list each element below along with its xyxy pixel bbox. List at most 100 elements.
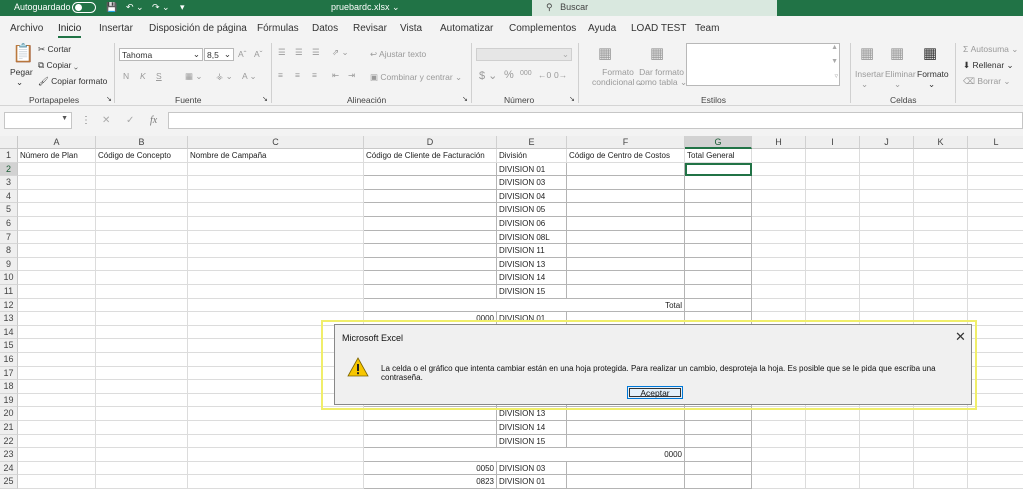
cell-a24[interactable]: [18, 461, 96, 476]
tab-insertar[interactable]: Insertar: [99, 23, 133, 34]
cell-l24[interactable]: [968, 462, 1023, 476]
alignment-launcher-icon[interactable]: ↘: [462, 95, 468, 103]
cell-a18[interactable]: [18, 380, 96, 394]
decrease-decimal-icon[interactable]: 0→: [554, 70, 567, 80]
format-table-button[interactable]: Dar formato como tabla ⌄: [636, 67, 687, 87]
cell-b12[interactable]: [96, 298, 188, 313]
row-header-4[interactable]: 4: [0, 189, 18, 204]
cell-g24[interactable]: [685, 461, 752, 476]
cell-l11[interactable]: [968, 285, 1023, 299]
insert-cells-icon[interactable]: ▦: [860, 44, 874, 62]
cell-f21[interactable]: [567, 421, 685, 435]
cell-h23[interactable]: [752, 448, 806, 462]
cell-a13[interactable]: [18, 312, 96, 326]
cell-g7[interactable]: [685, 230, 752, 245]
cell-c11[interactable]: [188, 285, 364, 299]
cell-h7[interactable]: [752, 230, 806, 245]
cell-e11[interactable]: DIVISION 15: [497, 285, 567, 299]
cell-e8[interactable]: DIVISION 11: [497, 244, 567, 258]
cell-g9[interactable]: [685, 257, 752, 272]
cell-l25[interactable]: [968, 475, 1023, 489]
cell-a6[interactable]: [18, 217, 96, 231]
cell-d10[interactable]: [364, 271, 497, 285]
row-header-8[interactable]: 8: [0, 244, 18, 258]
cell-k23[interactable]: [914, 448, 968, 462]
cell-i10[interactable]: [806, 271, 860, 285]
percent-button[interactable]: %: [504, 69, 514, 81]
row-header-7[interactable]: 7: [0, 230, 18, 245]
cell-h5[interactable]: [752, 203, 806, 217]
row-header-21[interactable]: 21: [0, 421, 18, 435]
cell-i21[interactable]: [806, 421, 860, 435]
column-header-a[interactable]: A: [18, 136, 96, 149]
autosum-button[interactable]: Σ Autosuma ⌄: [963, 44, 1018, 55]
cell-a22[interactable]: [18, 434, 96, 449]
cell-h3[interactable]: [752, 176, 806, 190]
cell-j5[interactable]: [860, 203, 914, 217]
cell-i2[interactable]: [806, 162, 860, 177]
tab-automatizar[interactable]: Automatizar: [440, 23, 493, 34]
row-header-12[interactable]: 12: [0, 298, 18, 313]
cell-b8[interactable]: [96, 244, 188, 258]
cell-a19[interactable]: [18, 393, 96, 408]
cell-a16[interactable]: [18, 353, 96, 367]
underline-button[interactable]: S: [156, 71, 162, 81]
cell-l3[interactable]: [968, 176, 1023, 190]
column-header-g[interactable]: G: [685, 136, 752, 149]
cell-i11[interactable]: [806, 285, 860, 299]
row-header-15[interactable]: 15: [0, 339, 18, 353]
cell-styles-gallery[interactable]: ▲ ▼ ▿: [686, 43, 840, 86]
row-header-11[interactable]: 11: [0, 285, 18, 299]
header-cell[interactable]: Código de Cliente de Facturación: [364, 149, 497, 163]
cell-a23[interactable]: [18, 448, 96, 462]
tab-revisar[interactable]: Revisar: [353, 23, 387, 34]
autosave-toggle[interactable]: [72, 2, 96, 13]
cell-b11[interactable]: [96, 285, 188, 299]
cell-d6[interactable]: [364, 217, 497, 231]
fill-color-icon[interactable]: ⚶ ⌄: [216, 71, 233, 82]
column-header-f[interactable]: F: [567, 136, 685, 149]
cell-i3[interactable]: [806, 176, 860, 190]
align-right-icon[interactable]: ≡: [312, 70, 317, 80]
cell-b25[interactable]: [96, 475, 188, 489]
cell-e4[interactable]: DIVISION 04: [497, 189, 567, 204]
cell-i7[interactable]: [806, 230, 860, 245]
header-cell[interactable]: Total General: [685, 149, 752, 163]
insert-cells-button[interactable]: Insertar: [855, 69, 884, 79]
cell-h6[interactable]: [752, 217, 806, 231]
tab-ayuda[interactable]: Ayuda: [588, 23, 616, 34]
cell-f9[interactable]: [567, 257, 685, 272]
cell-j22[interactable]: [860, 434, 914, 449]
cell-d21[interactable]: [364, 421, 497, 435]
cell-j3[interactable]: [860, 176, 914, 190]
cell-d5[interactable]: [364, 203, 497, 217]
column-header-l[interactable]: L: [968, 136, 1023, 149]
row-header-6[interactable]: 6: [0, 217, 18, 231]
paste-dropdown-icon[interactable]: ⌄: [16, 77, 23, 88]
header-cell[interactable]: Código de Concepto: [96, 149, 188, 163]
column-header-c[interactable]: C: [188, 136, 364, 149]
cell-l2[interactable]: [968, 163, 1023, 177]
cell-b9[interactable]: [96, 257, 188, 272]
format-painter-button[interactable]: 🖌 Copiar formato: [38, 76, 107, 87]
header-cell[interactable]: [914, 149, 968, 163]
cell-f5[interactable]: [567, 203, 685, 217]
cell-d11[interactable]: [364, 285, 497, 299]
cell-f10[interactable]: [567, 271, 685, 285]
cell-b4[interactable]: [96, 189, 188, 204]
cell-e6[interactable]: DIVISION 06: [497, 217, 567, 231]
gallery-down-icon[interactable]: ▼: [831, 58, 838, 65]
cell-b15[interactable]: [96, 339, 188, 353]
cell-e22[interactable]: DIVISION 15: [497, 434, 567, 449]
row-header-19[interactable]: 19: [0, 393, 18, 408]
cell-e9[interactable]: DIVISION 13: [497, 257, 567, 272]
cell-g23[interactable]: [685, 448, 752, 462]
cell-d23[interactable]: 0000: [364, 448, 685, 462]
cell-a20[interactable]: [18, 407, 96, 421]
header-cell[interactable]: [860, 149, 914, 163]
cell-c9[interactable]: [188, 257, 364, 272]
cell-c12[interactable]: [188, 298, 364, 313]
cell-d9[interactable]: [364, 257, 497, 272]
cell-e7[interactable]: DIVISION 08L: [497, 230, 567, 245]
cell-l10[interactable]: [968, 271, 1023, 285]
